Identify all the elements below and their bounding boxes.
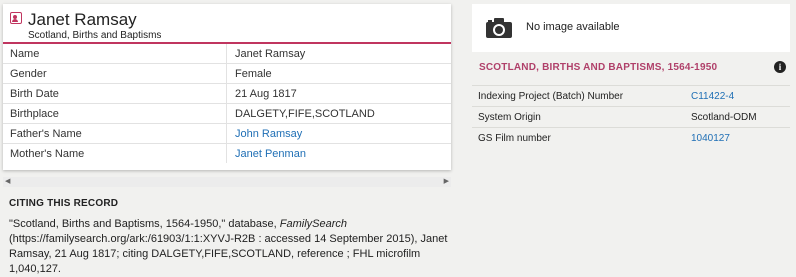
detail-label: System Origin [472, 106, 685, 128]
collection-name: Scotland, Births and Baptisms [28, 30, 162, 41]
batch-number-link[interactable]: C11422-4 [691, 91, 734, 102]
citation-part1: "Scotland, Births and Baptisms, 1564-195… [9, 218, 280, 230]
collection-title[interactable]: SCOTLAND, BIRTHS AND BAPTISMS, 1564-1950 [479, 62, 717, 73]
scroll-left-icon[interactable]: ◀ [5, 177, 10, 187]
fact-value-mother: Janet Penman [227, 144, 452, 164]
detail-value: C11422-4 [685, 85, 790, 107]
film-number-link[interactable]: 1040127 [691, 133, 730, 144]
detail-value: Scotland-ODM [685, 106, 790, 128]
mother-name-link[interactable]: Janet Penman [235, 148, 306, 160]
fact-value-birth-date: 21 Aug 1817 [226, 83, 451, 104]
table-row: Father's Name John Ramsay [3, 123, 451, 144]
camera-icon [486, 18, 512, 43]
citation-part2: (https://familysearch.org/ark:/61903/1:1… [9, 233, 448, 275]
fact-value-name: Janet Ramsay [226, 44, 451, 64]
no-image-text: No image available [526, 21, 620, 33]
info-icon[interactable]: i [774, 61, 786, 73]
facts-table: Name Janet Ramsay Gender Female Birth Da… [3, 44, 451, 163]
record-card: Janet Ramsay Scotland, Births and Baptis… [3, 4, 451, 170]
table-row: GS Film number 1040127 [472, 127, 790, 148]
collection-details-table: Indexing Project (Batch) Number C11422-4… [472, 85, 790, 148]
citing-title: CITING THIS RECORD [9, 198, 119, 209]
table-row: Indexing Project (Batch) Number C11422-4 [472, 85, 790, 107]
fact-value-gender: Female [226, 63, 451, 84]
record-header: Janet Ramsay Scotland, Births and Baptis… [3, 4, 451, 44]
fact-label-gender: Gender [3, 63, 227, 84]
fact-label-name: Name [3, 44, 227, 64]
image-panel: No image available [472, 4, 790, 52]
fact-label-father: Father's Name [3, 123, 227, 144]
detail-value: 1040127 [685, 127, 790, 148]
table-row: System Origin Scotland-ODM [472, 106, 790, 128]
table-row: Mother's Name Janet Penman [3, 143, 452, 164]
horizontal-scrollbar[interactable]: ◀ ▶ [3, 177, 451, 187]
citation-text: "Scotland, Births and Baptisms, 1564-195… [9, 217, 449, 277]
fact-value-father: John Ramsay [226, 123, 451, 144]
detail-label: Indexing Project (Batch) Number [472, 85, 685, 107]
fact-label-mother: Mother's Name [3, 143, 227, 163]
table-row: Birth Date 21 Aug 1817 [3, 83, 451, 104]
table-row: Name Janet Ramsay [3, 44, 451, 64]
scroll-right-icon[interactable]: ▶ [444, 177, 449, 187]
fact-value-birthplace: DALGETY,FIFE,SCOTLAND [226, 103, 451, 124]
table-row: Gender Female [3, 63, 451, 84]
table-row: Birthplace DALGETY,FIFE,SCOTLAND [3, 103, 451, 124]
person-name: Janet Ramsay [28, 10, 137, 29]
father-name-link[interactable]: John Ramsay [235, 128, 302, 140]
fact-label-birthplace: Birthplace [3, 103, 227, 124]
person-icon [10, 12, 22, 24]
fact-label-birth-date: Birth Date [3, 83, 227, 104]
citation-italic: FamilySearch [279, 218, 348, 230]
detail-label: GS Film number [472, 127, 685, 148]
